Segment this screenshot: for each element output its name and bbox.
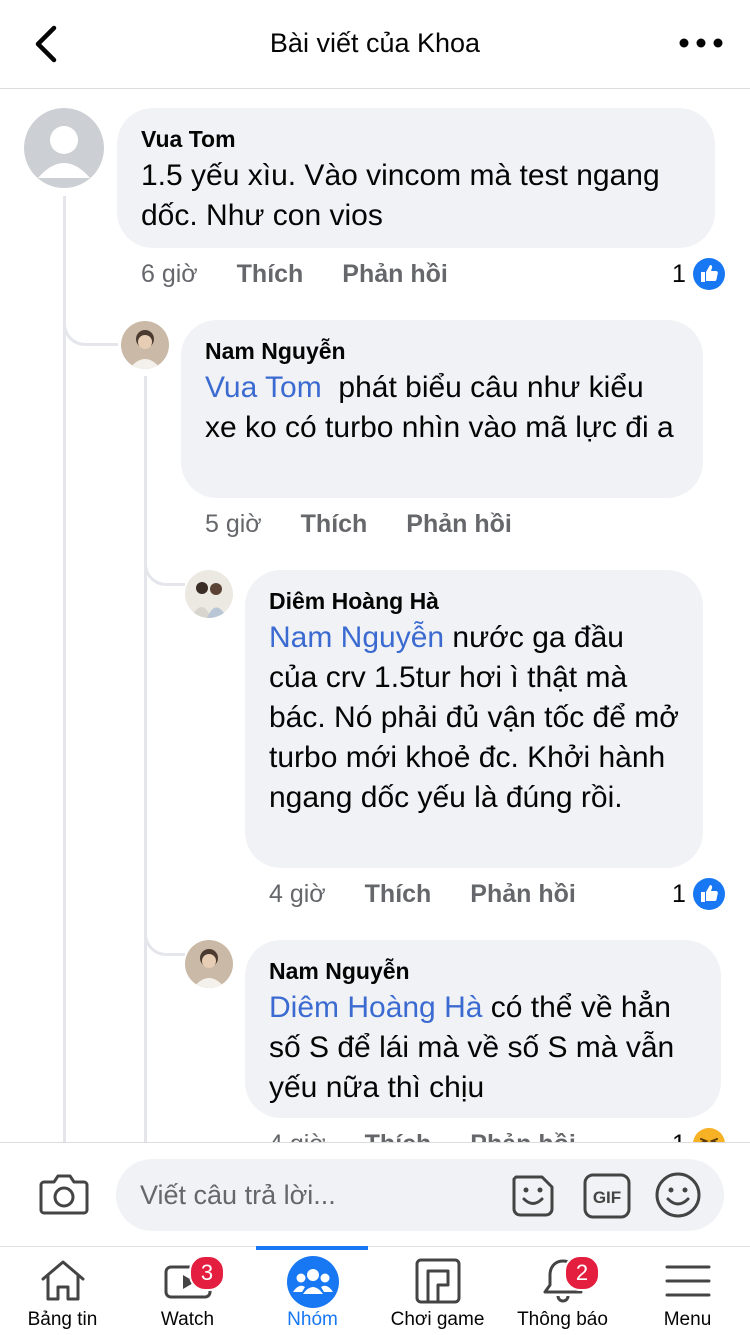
camera-icon bbox=[39, 1174, 89, 1215]
mention-link[interactable]: Diêm Hoàng Hà bbox=[269, 991, 482, 1024]
comment-text: Diêm Hoàng Hà có thể về hẳn số S để lái … bbox=[269, 988, 697, 1108]
tab-menu[interactable]: Menu bbox=[625, 1247, 750, 1335]
comment-author[interactable]: Vua Tom bbox=[141, 124, 691, 154]
like-button[interactable]: Thích bbox=[365, 1124, 432, 1142]
emoji-icon bbox=[655, 1172, 701, 1218]
user-photo-icon bbox=[185, 570, 233, 618]
camera-button[interactable] bbox=[38, 1170, 90, 1223]
comment-text: 1.5 yếu xìu. Vào vincom mà test ngang dố… bbox=[141, 159, 660, 232]
tab-notifications[interactable]: 2 Thông báo bbox=[500, 1247, 625, 1335]
user-photo-icon bbox=[185, 940, 233, 988]
bottom-tab-bar: Bảng tin 3 Watch Nhóm Chơi game 2 Thông … bbox=[0, 1246, 750, 1335]
comment-bubble[interactable]: Diêm Hoàng Hà Nam Nguyễn nước ga đầu của… bbox=[245, 570, 703, 868]
default-avatar-icon bbox=[24, 108, 104, 188]
avatar[interactable] bbox=[24, 108, 104, 188]
notification-badge: 3 bbox=[189, 1255, 225, 1291]
user-photo-icon bbox=[121, 321, 169, 369]
thread-line bbox=[144, 376, 147, 1142]
tab-label: Bảng tin bbox=[27, 1309, 98, 1330]
sticker-icon bbox=[512, 1175, 554, 1217]
reply-composer: Viết câu trả lời... GIF bbox=[0, 1142, 750, 1247]
reaction-count: 1 bbox=[672, 259, 686, 288]
like-reaction-icon bbox=[692, 258, 725, 290]
comment-author[interactable]: Diêm Hoàng Hà bbox=[269, 586, 679, 616]
avatar[interactable] bbox=[121, 321, 169, 369]
more-options-button[interactable] bbox=[676, 28, 726, 58]
comment-text: Nam Nguyễn nước ga đầu của crv 1.5tur hơ… bbox=[269, 618, 679, 818]
tab-groups[interactable]: Nhóm bbox=[250, 1247, 375, 1335]
comment-actions: 4 giờ Thích Phản hồi bbox=[269, 1124, 576, 1142]
reply-placeholder: Viết câu trả lời... bbox=[140, 1180, 336, 1210]
mention-link[interactable]: Nam Nguyễn bbox=[269, 621, 444, 654]
reply-button[interactable]: Phản hồi bbox=[470, 1124, 576, 1142]
like-reaction-icon bbox=[692, 878, 725, 910]
tab-label: Menu bbox=[663, 1309, 712, 1330]
gif-icon: GIF bbox=[583, 1173, 631, 1219]
menu-icon bbox=[665, 1265, 710, 1297]
comment-author[interactable]: Nam Nguyễn bbox=[269, 956, 697, 986]
tab-watch[interactable]: 3 Watch bbox=[125, 1247, 250, 1335]
comment-actions: 4 giờ Thích Phản hồi bbox=[269, 874, 576, 914]
reply-button[interactable]: Phản hồi bbox=[470, 874, 576, 914]
haha-reaction-icon bbox=[693, 1128, 725, 1142]
reaction-count: 1 bbox=[672, 1130, 686, 1143]
tab-label: Chơi game bbox=[390, 1309, 485, 1330]
comment-time: 4 giờ bbox=[269, 1124, 326, 1142]
tab-label: Watch bbox=[160, 1309, 215, 1330]
page-title: Bài viết của Khoa bbox=[269, 28, 481, 58]
comment-time: 4 giờ bbox=[269, 880, 326, 908]
comment-bubble[interactable]: Nam Nguyễn Diêm Hoàng Hà có thể về hẳn s… bbox=[245, 940, 721, 1118]
thread-line bbox=[63, 196, 66, 1142]
reply-button[interactable]: Phản hồi bbox=[406, 504, 512, 544]
comment-actions: 6 giờ Thích Phản hồi bbox=[141, 254, 448, 294]
home-icon bbox=[41, 1260, 84, 1301]
thread-connector bbox=[63, 288, 118, 346]
like-button[interactable]: Thích bbox=[301, 504, 368, 544]
avatar[interactable] bbox=[185, 570, 233, 618]
tab-gaming[interactable]: Chơi game bbox=[375, 1247, 500, 1335]
comment-bubble[interactable]: Nam Nguyễn Vua Tom phát biểu câu như kiể… bbox=[181, 320, 703, 498]
gif-button[interactable]: GIF bbox=[582, 1171, 632, 1226]
tab-label: Nhóm bbox=[287, 1309, 338, 1330]
reaction-summary[interactable]: 1 bbox=[672, 254, 726, 294]
comment-actions: 5 giờ Thích Phản hồi bbox=[205, 504, 512, 544]
svg-text:GIF: GIF bbox=[593, 1188, 621, 1207]
comment-text: Vua Tom phát biểu câu như kiểu xe ko có … bbox=[205, 368, 679, 448]
reply-button[interactable]: Phản hồi bbox=[342, 254, 448, 294]
sticker-button[interactable] bbox=[508, 1171, 558, 1226]
comment-time: 6 giờ bbox=[141, 260, 198, 288]
reply-input[interactable]: Viết câu trả lời... bbox=[116, 1159, 724, 1231]
thread-connector bbox=[144, 528, 185, 586]
gaming-icon bbox=[415, 1258, 460, 1304]
reaction-summary[interactable]: 1 bbox=[672, 874, 726, 914]
avatar[interactable] bbox=[185, 940, 233, 988]
reaction-summary[interactable]: 1 bbox=[672, 1124, 726, 1142]
reaction-count: 1 bbox=[672, 879, 686, 908]
comment-thread: Vua Tom 1.5 yếu xìu. Vào vincom mà test … bbox=[0, 88, 750, 1142]
like-button[interactable]: Thích bbox=[237, 254, 304, 294]
tab-home[interactable]: Bảng tin bbox=[0, 1247, 125, 1335]
thread-connector bbox=[144, 898, 185, 956]
comment-bubble[interactable]: Vua Tom 1.5 yếu xìu. Vào vincom mà test … bbox=[117, 108, 715, 248]
like-button[interactable]: Thích bbox=[365, 874, 432, 914]
more-dots-icon bbox=[679, 38, 723, 48]
comment-author[interactable]: Nam Nguyễn bbox=[205, 336, 679, 366]
groups-icon bbox=[286, 1256, 339, 1308]
emoji-button[interactable] bbox=[654, 1171, 702, 1224]
top-bar: Bài viết của Khoa bbox=[0, 0, 750, 89]
mention-link[interactable]: Vua Tom bbox=[205, 371, 322, 404]
comment-time: 5 giờ bbox=[205, 510, 262, 538]
tab-label: Thông báo bbox=[517, 1309, 608, 1330]
notification-badge: 2 bbox=[564, 1255, 600, 1291]
